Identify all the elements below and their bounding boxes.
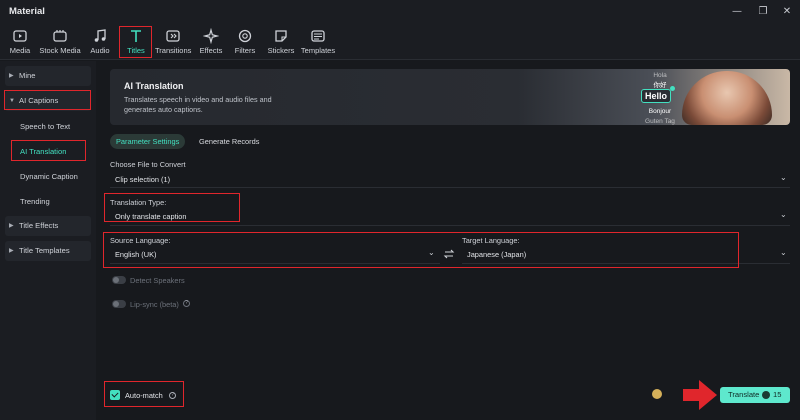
- toolbar-templates-label: Templates: [300, 46, 336, 55]
- sidebar-item-mine-label: Mine: [19, 71, 36, 80]
- sidebar-item-title-templates[interactable]: ▶ Title Templates: [5, 241, 91, 261]
- red-arrow-icon: [699, 380, 717, 410]
- divider: [462, 263, 790, 264]
- translate-button[interactable]: Translate 15: [720, 387, 790, 403]
- toolbar-stickers-label: Stickers: [267, 46, 295, 55]
- auto-match-label: Auto-match: [125, 391, 163, 400]
- toolbar-titles-label: Titles: [127, 46, 145, 55]
- ai-translation-banner: AI Translation Translates speech in vide…: [110, 69, 790, 125]
- sidebar-item-title-effects-label: Title Effects: [19, 221, 59, 230]
- source-language-select[interactable]: English (UK): [115, 250, 156, 259]
- transitions-icon: [166, 30, 180, 42]
- choose-file-label: Choose File to Convert: [110, 160, 186, 169]
- lip-sync-toggle[interactable]: [112, 300, 126, 308]
- chevron-down-icon[interactable]: ⌄: [780, 248, 787, 257]
- sidebar-item-mine[interactable]: ▶ Mine: [5, 66, 91, 86]
- sidebar-item-speech-to-text[interactable]: Speech to Text: [20, 122, 70, 131]
- sidebar-item-title-templates-label: Title Templates: [19, 246, 70, 255]
- toolbar-templates[interactable]: Templates: [300, 28, 336, 55]
- sidebar-item-ai-translation[interactable]: AI Translation: [20, 147, 66, 156]
- target-language-select[interactable]: Japanese (Japan): [467, 250, 526, 259]
- banner-title: AI Translation: [124, 81, 184, 91]
- target-language-label: Target Language:: [462, 236, 520, 245]
- caret-down-icon: ▼: [9, 98, 15, 104]
- divider: [110, 263, 440, 264]
- chevron-down-icon[interactable]: ⌄: [780, 210, 787, 219]
- detect-speakers-toggle[interactable]: [112, 276, 126, 284]
- caret-right-icon: ▶: [9, 73, 14, 79]
- stock-media-icon: [53, 30, 67, 42]
- toolbar-filters-label: Filters: [234, 46, 256, 55]
- minimize-button[interactable]: —: [730, 5, 744, 19]
- banner-word: Guten Tag: [645, 118, 675, 125]
- toolbar-media-label: Media: [9, 46, 31, 55]
- tab-generate-records[interactable]: Generate Records: [193, 134, 265, 149]
- toolbar-filters[interactable]: Filters: [233, 28, 257, 55]
- banner-word-highlight: Hello: [641, 89, 672, 103]
- music-note-icon: [94, 29, 106, 42]
- templates-icon: [311, 30, 325, 42]
- close-button[interactable]: ✕: [780, 5, 794, 19]
- toolbar-transitions-label: Transitions: [155, 46, 192, 55]
- tab-parameter-settings[interactable]: Parameter Settings: [110, 134, 186, 149]
- translate-cost: 15: [773, 390, 782, 399]
- sidebar-item-ai-captions[interactable]: ▼ AI Captions: [5, 91, 91, 111]
- toolbar-titles[interactable]: Titles: [123, 28, 149, 55]
- toolbar-effects[interactable]: Effects: [198, 28, 224, 55]
- sidebar-item-title-effects[interactable]: ▶ Title Effects: [5, 216, 91, 236]
- help-icon[interactable]: ?: [169, 392, 176, 399]
- title-bar: Material — ❐ ✕: [0, 0, 800, 24]
- red-arrow-shaft: [683, 389, 699, 401]
- divider: [110, 187, 790, 188]
- filters-icon: [238, 29, 252, 43]
- toolbar-media[interactable]: Media: [8, 28, 32, 55]
- chevron-down-icon[interactable]: ⌄: [428, 248, 435, 257]
- toolbar-transitions[interactable]: Transitions: [155, 28, 191, 55]
- caret-right-icon: ▶: [9, 248, 14, 254]
- sidebar-item-trending[interactable]: Trending: [20, 197, 50, 206]
- toolbar-stock-media-label: Stock Media: [39, 46, 81, 55]
- effects-sparkle-icon: [203, 28, 219, 44]
- detect-speakers-label: Detect Speakers: [130, 276, 185, 285]
- caret-right-icon: ▶: [9, 223, 14, 229]
- auto-match-checkbox[interactable]: [110, 390, 120, 400]
- source-language-label: Source Language:: [110, 236, 171, 245]
- lip-sync-label: Lip-sync (beta): [130, 300, 179, 309]
- banner-word: Bonjour: [648, 108, 672, 115]
- banner-description: Translates speech in video and audio fil…: [124, 95, 272, 114]
- text-t-icon: [131, 30, 141, 42]
- toolbar-stock-media[interactable]: Stock Media: [38, 28, 82, 55]
- swap-languages-icon[interactable]: [443, 248, 455, 260]
- credit-coin-icon: [762, 391, 770, 399]
- credits-icon: [652, 389, 662, 399]
- chevron-down-icon[interactable]: ⌄: [780, 173, 787, 182]
- material-toolbar: Media Stock Media Audio Titles Transitio…: [0, 24, 800, 60]
- toolbar-audio-label: Audio: [90, 46, 110, 55]
- translate-button-label: Translate: [728, 390, 760, 399]
- sticker-icon: [275, 30, 287, 42]
- presenter-image: [682, 71, 772, 125]
- window-title: Material: [9, 6, 45, 17]
- restore-button[interactable]: ❐: [756, 5, 770, 19]
- toolbar-stickers[interactable]: Stickers: [266, 28, 296, 55]
- sidebar-item-ai-captions-label: AI Captions: [19, 96, 59, 105]
- translation-type-select[interactable]: Only translate caption: [115, 212, 186, 221]
- toolbar-effects-label: Effects: [199, 46, 223, 55]
- banner-word: Hola: [653, 72, 667, 79]
- translation-type-label: Translation Type:: [110, 198, 167, 207]
- help-icon[interactable]: ?: [183, 300, 190, 307]
- sidebar-item-dynamic-caption[interactable]: Dynamic Caption: [20, 172, 78, 181]
- cursor-dot: [670, 86, 675, 91]
- choose-file-select[interactable]: Clip selection (1): [115, 175, 170, 184]
- divider: [110, 225, 790, 226]
- media-icon: [13, 30, 27, 42]
- toolbar-audio[interactable]: Audio: [88, 28, 112, 55]
